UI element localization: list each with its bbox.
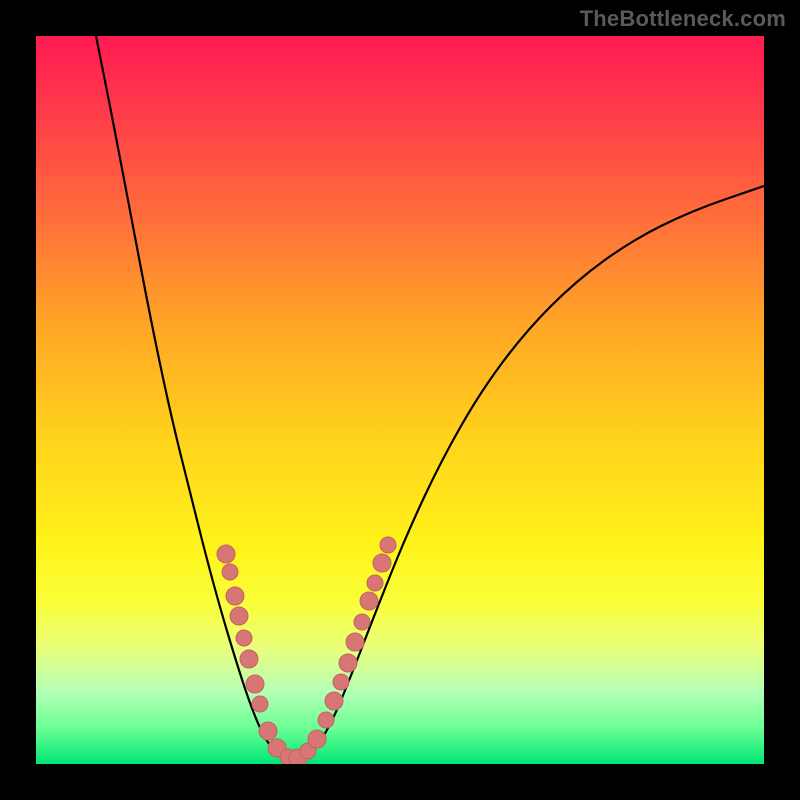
data-marker: [308, 730, 326, 748]
data-marker: [246, 675, 264, 693]
data-marker: [325, 692, 343, 710]
chart-plot-area: [36, 36, 764, 764]
marker-group: [217, 537, 396, 764]
data-marker: [367, 575, 383, 591]
curve-right-branch: [294, 186, 764, 763]
data-marker: [346, 633, 364, 651]
data-marker: [380, 537, 396, 553]
data-marker: [226, 587, 244, 605]
curve-left-branch: [96, 36, 294, 763]
data-marker: [318, 712, 334, 728]
chart-frame: TheBottleneck.com: [0, 0, 800, 800]
data-marker: [222, 564, 238, 580]
data-marker: [217, 545, 235, 563]
data-marker: [373, 554, 391, 572]
watermark-text: TheBottleneck.com: [580, 6, 786, 32]
chart-svg: [36, 36, 764, 764]
data-marker: [240, 650, 258, 668]
data-marker: [339, 654, 357, 672]
data-marker: [360, 592, 378, 610]
data-marker: [230, 607, 248, 625]
data-marker: [259, 722, 277, 740]
data-marker: [333, 674, 349, 690]
data-marker: [252, 696, 268, 712]
data-marker: [236, 630, 252, 646]
data-marker: [354, 614, 370, 630]
